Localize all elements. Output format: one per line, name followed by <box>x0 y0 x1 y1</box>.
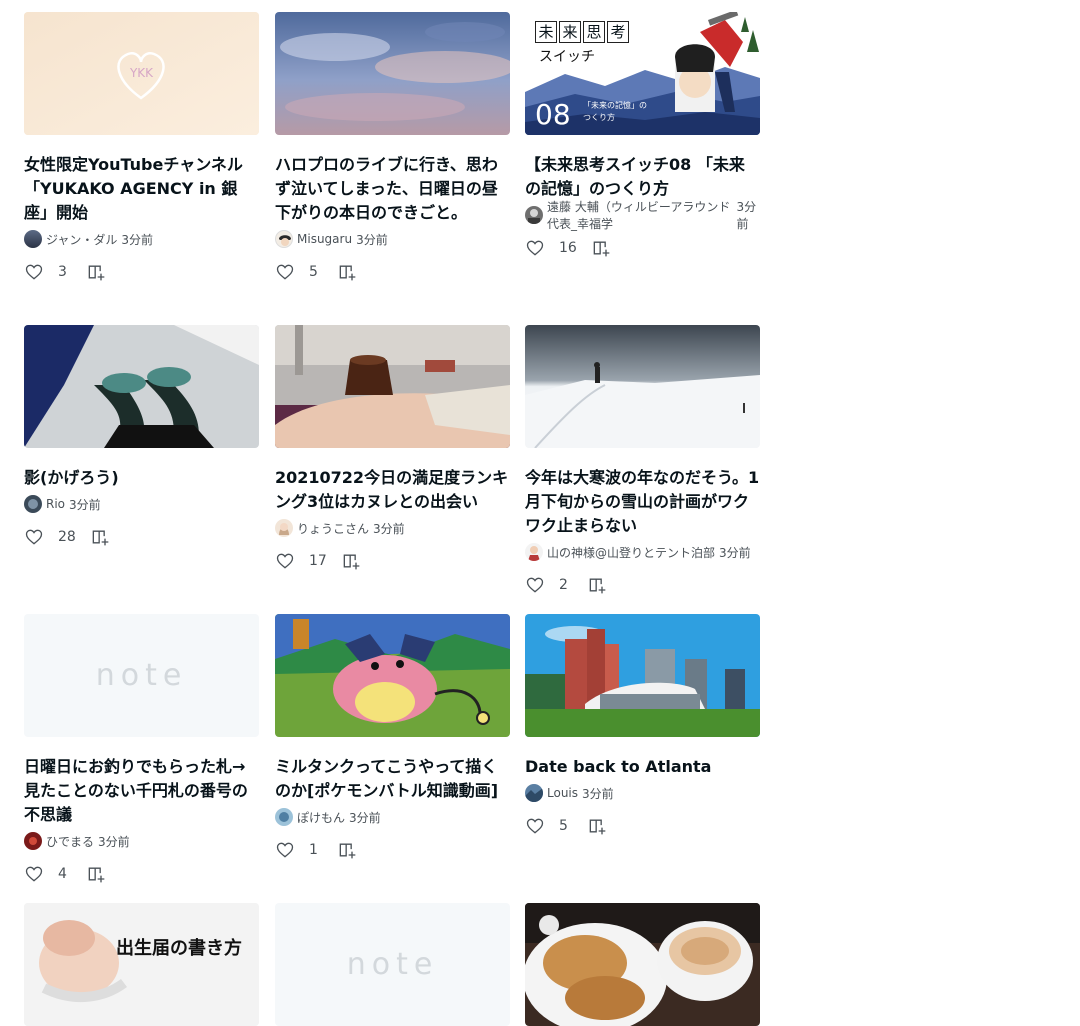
author-name[interactable]: ぽけもん <box>297 809 345 826</box>
avatar[interactable] <box>275 808 293 826</box>
like-count: 4 <box>58 866 67 882</box>
heart-icon[interactable] <box>275 840 295 860</box>
like-count: 28 <box>58 529 76 545</box>
note-card[interactable]: 20210722今日の満足度ランキング3位はカヌレとの出会い りょうこさん 3分… <box>275 325 510 571</box>
add-to-magazine-icon[interactable] <box>86 864 106 884</box>
note-card[interactable]: 未 来 思 考 スイッチ 08 「未来の記憶」の つくり方 【未来思考スイッチ0… <box>525 12 760 258</box>
like-count: 17 <box>309 553 327 569</box>
thumbnail-caption: 「未来の記憶」の つくり方 <box>583 101 647 122</box>
note-card[interactable]: note <box>275 903 510 1026</box>
author-name[interactable]: 山の神様@山登りとテント泊部 <box>547 544 715 561</box>
card-thumbnail[interactable] <box>275 12 510 135</box>
card-title[interactable]: ハロプロのライブに行き、思わず泣いてしまった、日曜日の昼下がりの本日のできごと。 <box>275 153 510 225</box>
heart-icon[interactable] <box>275 262 295 282</box>
add-to-magazine-icon[interactable] <box>587 816 607 836</box>
card-thumbnail[interactable] <box>275 325 510 448</box>
card-title[interactable]: 今年は大寒波の年なのだそう。1月下旬からの雪山の計画がワクワク止まらない <box>525 466 760 538</box>
add-to-magazine-icon[interactable] <box>337 840 357 860</box>
heart-icon[interactable] <box>525 816 545 836</box>
card-title[interactable]: ミルタンクってこうやって描くのか[ポケモンバトル知識動画] <box>275 755 510 803</box>
card-title[interactable]: 女性限定YouTubeチャンネル「YUKAKO AGENCY in 銀座」開始 <box>24 153 259 225</box>
card-thumbnail[interactable] <box>24 325 259 448</box>
author-name[interactable]: Rio <box>46 497 65 511</box>
card-thumbnail[interactable]: note <box>24 614 259 737</box>
avatar[interactable] <box>525 206 543 224</box>
author-name[interactable]: Misugaru <box>297 232 352 246</box>
avatar[interactable] <box>275 519 293 537</box>
card-title[interactable]: Date back to Atlanta <box>525 755 760 779</box>
thumbnail-text: YKK <box>129 66 154 80</box>
author-name[interactable]: りょうこさん <box>297 520 369 537</box>
post-time: 3分前 <box>98 834 130 849</box>
note-logo-placeholder: note <box>346 947 439 982</box>
note-logo-placeholder: note <box>95 658 188 693</box>
heart-icon[interactable] <box>24 864 44 884</box>
like-count: 3 <box>58 264 67 280</box>
like-count: 5 <box>309 264 318 280</box>
like-count: 5 <box>559 818 568 834</box>
post-time: 3分前 <box>121 232 154 247</box>
note-card[interactable]: note 日曜日にお釣りでもらった札→見たことのない千円札の番号の不思議 ひでま… <box>24 614 259 884</box>
note-card[interactable]: Date back to Atlanta Louis 3分前 5 <box>525 614 760 836</box>
heart-icon[interactable] <box>275 551 295 571</box>
card-thumbnail[interactable] <box>525 903 760 1026</box>
card-title[interactable]: 20210722今日の満足度ランキング3位はカヌレとの出会い <box>275 466 510 514</box>
card-thumbnail[interactable] <box>525 325 760 448</box>
note-card[interactable]: ミルタンクってこうやって描くのか[ポケモンバトル知識動画] ぽけもん 3分前 1 <box>275 614 510 860</box>
avatar[interactable] <box>275 230 293 248</box>
avatar[interactable] <box>525 784 543 802</box>
author-name[interactable]: ジャン・ダル <box>46 231 117 248</box>
note-card[interactable]: 影(かげろう) Rio 3分前 28 <box>24 325 259 547</box>
author-name[interactable]: Louis <box>547 786 578 800</box>
note-card[interactable]: 出生届の書き方 <box>24 903 259 1026</box>
heart-icon[interactable] <box>525 575 545 595</box>
card-thumbnail[interactable]: 未 来 思 考 スイッチ 08 「未来の記憶」の つくり方 <box>525 12 760 135</box>
thumbnail-subtitle: スイッチ <box>539 49 595 65</box>
author-name[interactable]: ひでまる <box>46 833 94 850</box>
add-to-magazine-icon[interactable] <box>86 262 106 282</box>
post-time: 3分前 <box>356 232 388 247</box>
add-to-magazine-icon[interactable] <box>341 551 361 571</box>
post-time: 3分前 <box>736 200 757 231</box>
like-count: 2 <box>559 577 568 593</box>
add-to-magazine-icon[interactable] <box>337 262 357 282</box>
like-count: 1 <box>309 842 318 858</box>
like-count: 16 <box>559 240 577 256</box>
note-card[interactable]: ハロプロのライブに行き、思わず泣いてしまった、日曜日の昼下がりの本日のできごと。… <box>275 12 510 282</box>
card-thumbnail[interactable] <box>275 614 510 737</box>
author-name[interactable]: 遠藤 大輔（ウィルビーアラウンド代表_幸福学 <box>547 198 732 232</box>
thumbnail-title-box: 未 来 思 考 <box>535 21 629 43</box>
card-title[interactable]: 日曜日にお釣りでもらった札→見たことのない千円札の番号の不思議 <box>24 755 259 827</box>
note-card[interactable] <box>525 903 760 1026</box>
post-time: 3分前 <box>69 497 101 512</box>
thumbnail-number: 08 <box>535 98 571 131</box>
avatar[interactable] <box>24 832 42 850</box>
add-to-magazine-icon[interactable] <box>90 527 110 547</box>
card-thumbnail[interactable]: YKK <box>24 12 259 135</box>
heart-icon[interactable] <box>24 527 44 547</box>
note-card[interactable]: YKK 女性限定YouTubeチャンネル「YUKAKO AGENCY in 銀座… <box>24 12 259 282</box>
heart-icon[interactable] <box>525 238 545 258</box>
card-title[interactable]: 【未来思考スイッチ08 「未来の記憶」のつくり方 <box>525 153 760 201</box>
post-time: 3分前 <box>582 786 614 801</box>
card-title[interactable]: 影(かげろう) <box>24 466 259 490</box>
card-thumbnail[interactable]: 出生届の書き方 <box>24 903 259 1026</box>
add-to-magazine-icon[interactable] <box>587 575 607 595</box>
post-time: 3分前 <box>349 810 381 825</box>
add-to-magazine-icon[interactable] <box>591 238 611 258</box>
post-time: 3分前 <box>719 545 751 560</box>
card-thumbnail[interactable]: note <box>275 903 510 1026</box>
avatar[interactable] <box>24 495 42 513</box>
note-card[interactable]: 今年は大寒波の年なのだそう。1月下旬からの雪山の計画がワクワク止まらない 山の神… <box>525 325 760 595</box>
heart-icon[interactable] <box>24 262 44 282</box>
thumbnail-text: 出生届の書き方 <box>116 938 242 959</box>
card-thumbnail[interactable] <box>525 614 760 737</box>
post-time: 3分前 <box>373 521 405 536</box>
avatar[interactable] <box>24 230 42 248</box>
avatar[interactable] <box>525 543 543 561</box>
